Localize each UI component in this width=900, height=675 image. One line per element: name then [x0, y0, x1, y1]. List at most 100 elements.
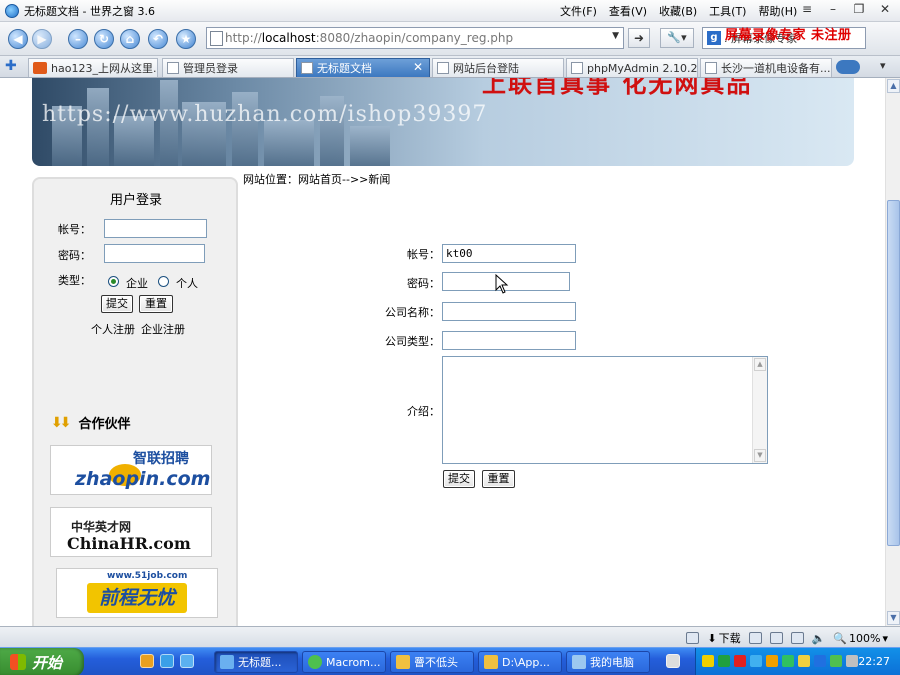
print-icon[interactable]: [748, 632, 762, 644]
task-app-path[interactable]: D:\App...: [478, 651, 562, 673]
task-label: 罾不低头: [414, 656, 458, 669]
window-titlebar: 无标题文档 - 世界之窗 3.6 文件(F) 查看(V) 收藏(B) 工具(T)…: [0, 0, 900, 22]
tray-icon[interactable]: [750, 655, 762, 667]
type-enterprise-radio[interactable]: [108, 276, 119, 287]
banner-building: [87, 88, 109, 166]
menu-help[interactable]: 帮助(H): [758, 3, 797, 19]
reg-submit-button[interactable]: 提交: [443, 470, 475, 488]
task-macromedia[interactable]: Macrom...: [302, 651, 386, 673]
tab-changsha[interactable]: 长沙一道机电设备有...: [700, 58, 832, 77]
menu-view[interactable]: 查看(V): [609, 3, 647, 19]
stop-icon: –: [68, 29, 88, 49]
minimize-icon[interactable]: –: [824, 2, 842, 16]
reg-company-name-input[interactable]: [442, 302, 576, 321]
tray-icon[interactable]: [766, 655, 778, 667]
reg-company-type-label: 公司类型：: [385, 335, 440, 348]
stop-button[interactable]: –: [66, 27, 90, 51]
task-my-computer[interactable]: 我的电脑: [566, 651, 650, 673]
window-icon[interactable]: [790, 632, 804, 644]
banner-building: [350, 126, 390, 166]
tray-icon[interactable]: [846, 655, 858, 667]
tray-icon[interactable]: [814, 655, 826, 667]
menu-tools[interactable]: 工具(T): [709, 3, 746, 19]
screenshot-icon[interactable]: [769, 632, 783, 644]
tab-label: 管理员登录: [183, 62, 238, 75]
zhaopin-cn-text: 智联招聘: [133, 451, 189, 467]
tab-untitled[interactable]: 无标题文档 ✕: [296, 58, 430, 77]
tray-icon[interactable]: [798, 655, 810, 667]
undo-close-button[interactable]: ↶: [146, 27, 170, 51]
page-icon: [301, 62, 313, 74]
job51-logo[interactable]: www.51job.com 前程无忧: [56, 568, 218, 618]
login-password-input[interactable]: [104, 244, 205, 263]
reg-company-name-label: 公司名称：: [385, 306, 440, 319]
company-register-link[interactable]: 企业注册: [141, 321, 185, 337]
tray-icon[interactable]: [718, 655, 730, 667]
forward-button[interactable]: ▶: [30, 27, 54, 51]
page-icon: [210, 31, 223, 46]
login-account-input[interactable]: [104, 219, 207, 238]
chinahr-logo[interactable]: 中华英才网 ChinaHR.com: [50, 507, 212, 557]
go-button[interactable]: ➜: [628, 28, 650, 48]
textarea-scrollbar[interactable]: ▲ ▼: [752, 357, 767, 463]
tab-backend-login[interactable]: 网站后台登陆: [432, 58, 564, 77]
download-button[interactable]: ⬇ 下载: [707, 630, 740, 646]
home-button[interactable]: ⌂: [118, 27, 142, 51]
quicklaunch-icon[interactable]: [140, 654, 154, 668]
reg-account-input[interactable]: kt00: [442, 244, 576, 263]
zhaopin-logo[interactable]: 智联招聘 zhaopin.com: [50, 445, 212, 495]
tray-icon[interactable]: [830, 655, 842, 667]
quicklaunch-icon[interactable]: [160, 654, 174, 668]
login-reset-button[interactable]: 重置: [139, 295, 173, 313]
type-person-radio[interactable]: [158, 276, 169, 287]
task-folder[interactable]: 罾不低头: [390, 651, 474, 673]
left-sidebar: 用户登录 帐号： 密码： 类型： 企业 个人 提交 重置 个人注册 企业注册 ⬇…: [32, 177, 238, 626]
new-tab-icon[interactable]: ✚: [5, 58, 17, 74]
address-bar[interactable]: http://localhost:8080/zhaopin/company_re…: [206, 27, 624, 49]
tab-close-icon[interactable]: ✕: [413, 60, 423, 74]
url-dropdown-icon[interactable]: ▼: [612, 31, 619, 41]
quicklaunch-icon[interactable]: [180, 654, 194, 668]
reg-company-type-input[interactable]: [442, 331, 576, 350]
browser-icon: [220, 655, 234, 669]
task-untitled[interactable]: 无标题...: [214, 651, 298, 673]
menu-toggle-icon[interactable]: ≡: [798, 2, 816, 16]
scroll-down-icon[interactable]: ▼: [887, 611, 900, 625]
zoom-control[interactable]: 🔍 100% ▾: [833, 632, 888, 645]
tray-icon[interactable]: [734, 655, 746, 667]
keyboard-icon[interactable]: [666, 654, 680, 668]
computer-icon: [572, 655, 586, 669]
page-icon: [571, 62, 583, 74]
person-register-link[interactable]: 个人注册: [91, 321, 135, 337]
reg-intro-textarea[interactable]: ▲ ▼: [442, 356, 768, 464]
ad-filter-icon[interactable]: [686, 632, 700, 644]
menu-file[interactable]: 文件(F): [560, 3, 597, 19]
reg-reset-button[interactable]: 重置: [482, 470, 515, 488]
tab-scroll-icon[interactable]: [836, 60, 860, 74]
tab-admin-login[interactable]: 管理员登录: [162, 58, 294, 77]
refresh-button[interactable]: ↻: [92, 27, 116, 51]
sound-icon[interactable]: 🔈: [812, 632, 826, 645]
start-button[interactable]: 开始: [0, 648, 84, 675]
page-scrollbar[interactable]: ▲ ▼: [885, 78, 900, 626]
tab-label: 无标题文档: [317, 62, 372, 75]
warning-icon[interactable]: [702, 655, 714, 667]
back-button[interactable]: ◀: [6, 27, 30, 51]
login-submit-button[interactable]: 提交: [101, 295, 133, 313]
tray-icon[interactable]: [782, 655, 794, 667]
scroll-down-icon[interactable]: ▼: [754, 449, 766, 462]
scroll-up-icon[interactable]: ▲: [887, 79, 900, 93]
reg-account-label: 帐号：: [407, 248, 440, 261]
folder-icon: [484, 655, 498, 669]
tools-dropdown-button[interactable]: 🔧▾: [660, 28, 694, 48]
tab-phpmyadmin[interactable]: phpMyAdmin 2.10.2...: [566, 58, 698, 77]
tab-hao123[interactable]: hao123_上网从这里...: [28, 58, 158, 77]
status-right: ⬇ 下载 🔈 🔍 100% ▾: [686, 630, 888, 646]
menu-favorites[interactable]: 收藏(B): [659, 3, 697, 19]
tab-list-icon[interactable]: ▾: [880, 59, 886, 72]
scroll-thumb[interactable]: [887, 200, 900, 546]
maximize-icon[interactable]: ❐: [850, 2, 868, 16]
scroll-up-icon[interactable]: ▲: [754, 358, 766, 371]
favorite-button[interactable]: ★: [174, 27, 198, 51]
close-icon[interactable]: ✕: [876, 2, 894, 16]
